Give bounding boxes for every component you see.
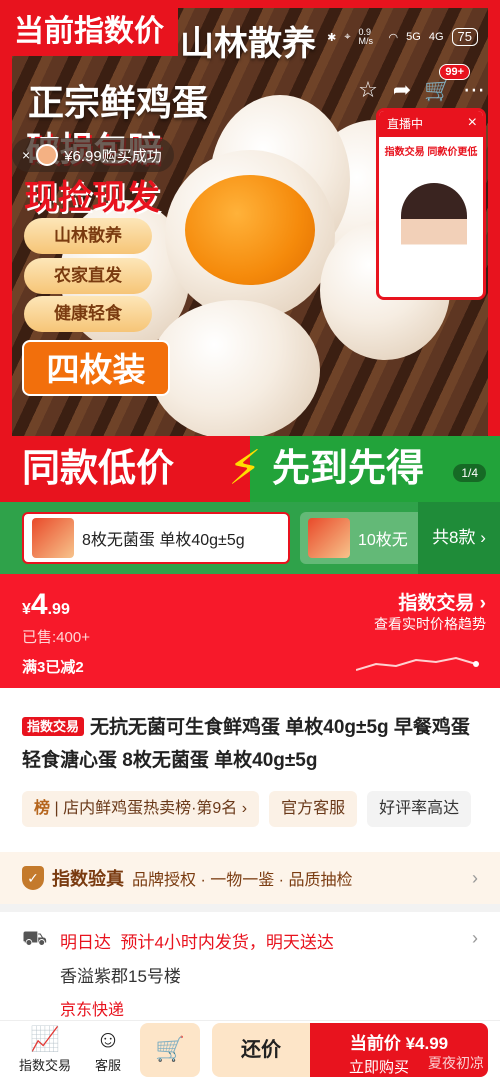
- rank-text: 店内鲜鸡蛋热卖榜·第9名: [63, 800, 238, 817]
- index-price-banner: 当前指数价: [0, 8, 178, 56]
- authenticity-items: 品牌授权 · 一物一鉴 · 品质抽检: [132, 872, 353, 889]
- network-speed: 0.9 M/s: [358, 27, 374, 46]
- shipping-eta: 预计4小时内发货，明天送达: [120, 933, 334, 952]
- current-price-label: 当前价 ¥4.99: [349, 1034, 449, 1053]
- headline-origin: 山林散养: [180, 25, 316, 63]
- purchase-toast: × ¥6.99购买成功: [12, 138, 174, 172]
- promo-discount: 满3已减2: [22, 659, 84, 676]
- cart-plus-icon: 🛒: [155, 1036, 185, 1063]
- rank-chip[interactable]: 榜 | 店内鲜鸡蛋热卖榜·第9名 ›: [22, 791, 260, 827]
- watermark-text: 夏夜初凉: [428, 1055, 484, 1071]
- bluetooth-icon: ✱: [327, 31, 337, 44]
- variant-label: 8枚无菌蛋 单枚40g±5g: [82, 532, 245, 549]
- avatar: [36, 144, 59, 166]
- headline-product: 正宗鲜鸡蛋: [28, 82, 209, 123]
- feature-tag: 山林散养: [24, 218, 152, 254]
- back-icon[interactable]: ‹: [22, 74, 54, 106]
- chart-icon: 📈: [30, 1026, 60, 1053]
- variant-label: 10枚无: [358, 532, 408, 549]
- promo-left: 同款低价: [0, 436, 250, 502]
- price-currency: ¥: [22, 601, 31, 618]
- customer-service-tab[interactable]: ☺ 客服: [86, 1025, 130, 1074]
- shipping-section[interactable]: ⛟ 明日达 预计4小时内发货，明天送达 › 香溢紫郡15号楼 京东快递: [0, 912, 500, 1020]
- pack-size-label: 四枚装: [22, 340, 170, 396]
- share-icon[interactable]: ➦: [386, 74, 418, 106]
- product-title: 无抗无菌可生食鲜鸡蛋 单枚40g±5g 早餐鸡蛋 轻食溏心蛋 8枚无菌蛋 单枚4…: [22, 717, 470, 771]
- cart-count-badge: 99+: [439, 64, 470, 80]
- egg-image: [150, 300, 320, 440]
- more-variants-label: 共8款: [432, 528, 476, 547]
- variant-selector: 8枚无菌蛋 单枚40g±5g 10枚无 共8款 ›: [0, 502, 500, 574]
- toast-text: ¥6.99购买成功: [64, 147, 162, 165]
- spacer: [0, 830, 500, 852]
- live-stream-window[interactable]: 直播中 × 指数交易 同款价更低: [376, 108, 486, 300]
- egg-yolk-image: [185, 175, 315, 285]
- customer-service-label: 客服: [94, 1058, 121, 1073]
- authenticity-title: 指数验真: [52, 869, 124, 889]
- favorite-star-icon[interactable]: ☆: [352, 74, 384, 106]
- feature-tag: 健康轻食: [24, 296, 152, 332]
- promo-banner: 同款低价 先到先得 ⚡: [0, 436, 500, 502]
- add-to-cart-button[interactable]: 🛒: [140, 1023, 200, 1077]
- battery-indicator: 75: [451, 28, 478, 46]
- variant-thumbnail: [308, 518, 350, 558]
- feature-tag: 农家直发: [24, 258, 152, 294]
- lightning-icon: ⚡: [228, 442, 262, 495]
- smiley-icon: ☺: [95, 1026, 121, 1053]
- variant-thumbnail: [32, 518, 74, 558]
- index-trade-badge: 指数交易: [22, 717, 85, 736]
- bottom-action-bar: 📈 指数交易 ☺ 客服 🛒 还价 当前价 ¥4.99 立即购买 夏夜初凉: [0, 1020, 500, 1083]
- signal-icon: 4G: [428, 31, 444, 43]
- courier-name: 京东快递: [60, 1002, 125, 1019]
- rank-icon: 榜: [34, 800, 51, 817]
- index-trade-tab[interactable]: 📈 指数交易: [14, 1025, 76, 1074]
- signal-icon: 5G: [406, 31, 421, 43]
- product-hero-image[interactable]: ✱ ⌖ 0.9 M/s ◠ 5G 4G 75 当前指数价 山林散养 正宗鲜鸡蛋 …: [0, 0, 500, 502]
- price-trend-link[interactable]: 查看实时价格趋势: [374, 614, 486, 634]
- chevron-right-icon: ›: [472, 928, 478, 948]
- badges-row: 榜 | 店内鲜鸡蛋热卖榜·第9名 › 官方客服 好评率高达: [0, 788, 500, 830]
- close-icon[interactable]: ×: [22, 147, 30, 163]
- price-bar: ¥4.99 已售:400+ 满3已减2 指数交易 › 查看实时价格趋势: [0, 574, 500, 688]
- wifi-icon: ◠: [388, 31, 399, 44]
- live-subtitle: 指数交易 同款价更低: [384, 147, 478, 158]
- authenticity-row[interactable]: ✓ 指数验真 品牌授权 · 一物一鉴 · 品质抽检 ›: [0, 852, 500, 904]
- price-decimal: .99: [47, 601, 70, 618]
- index-trade-link[interactable]: 指数交易 ›: [398, 588, 486, 615]
- more-variants-button[interactable]: 共8款 ›: [418, 502, 500, 574]
- sold-count: 已售:400+: [22, 629, 90, 646]
- bargain-button[interactable]: 还价: [212, 1023, 310, 1077]
- review-chip[interactable]: 好评率高达: [367, 791, 472, 827]
- close-icon[interactable]: ×: [468, 114, 477, 132]
- price-integer: 4: [30, 588, 48, 621]
- shipping-address: 香溢紫郡15号楼: [60, 967, 181, 986]
- image-pager: 1/4: [453, 464, 486, 482]
- location-icon: ⌖: [344, 30, 351, 43]
- slogan-fresh: 现捡现发: [24, 179, 160, 217]
- truck-icon: ⛟: [22, 928, 48, 950]
- official-service-chip[interactable]: 官方客服: [269, 791, 358, 827]
- shipping-label: 明日达: [60, 933, 111, 952]
- index-trade-label: 指数交易: [398, 593, 475, 614]
- chevron-right-icon: ›: [472, 867, 478, 888]
- shield-check-icon: ✓: [22, 866, 44, 890]
- live-host-image: [401, 183, 467, 295]
- index-trade-tab-label: 指数交易: [18, 1058, 71, 1073]
- variant-option-selected[interactable]: 8枚无菌蛋 单枚40g±5g: [22, 512, 290, 564]
- price-trend-sparkline: [356, 656, 479, 671]
